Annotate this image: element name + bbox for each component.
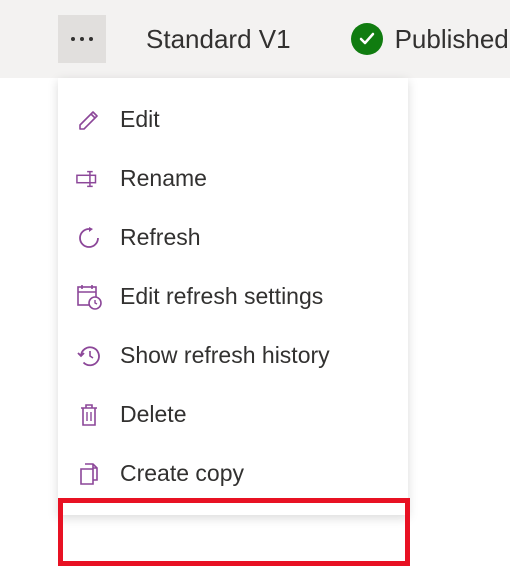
menu-item-delete[interactable]: Delete (58, 385, 408, 444)
menu-item-label: Refresh (120, 224, 201, 251)
ellipsis-icon (71, 37, 93, 41)
menu-item-label: Rename (120, 165, 207, 192)
calendar-clock-icon (76, 284, 102, 310)
page-title: Standard V1 (146, 24, 291, 55)
header-bar: Standard V1 Published (0, 0, 510, 78)
trash-icon (76, 402, 102, 428)
refresh-icon (76, 225, 102, 251)
menu-item-label: Show refresh history (120, 342, 330, 369)
menu-item-label: Delete (120, 401, 186, 428)
menu-item-edit[interactable]: Edit (58, 90, 408, 149)
status-badge: Published (351, 23, 509, 55)
menu-item-label: Create copy (120, 460, 244, 487)
more-options-button[interactable] (58, 15, 106, 63)
menu-item-refresh[interactable]: Refresh (58, 208, 408, 267)
menu-item-create-copy[interactable]: Create copy (58, 444, 408, 503)
context-menu: Edit Rename Refresh (58, 78, 408, 515)
rename-icon (76, 166, 102, 192)
menu-item-show-refresh-history[interactable]: Show refresh history (58, 326, 408, 385)
menu-item-rename[interactable]: Rename (58, 149, 408, 208)
copy-icon (76, 461, 102, 487)
menu-item-label: Edit refresh settings (120, 283, 323, 310)
menu-item-edit-refresh-settings[interactable]: Edit refresh settings (58, 267, 408, 326)
checkmark-circle-icon (351, 23, 383, 55)
pencil-icon (76, 107, 102, 133)
menu-item-label: Edit (120, 106, 160, 133)
history-icon (76, 343, 102, 369)
status-label: Published (395, 24, 509, 55)
